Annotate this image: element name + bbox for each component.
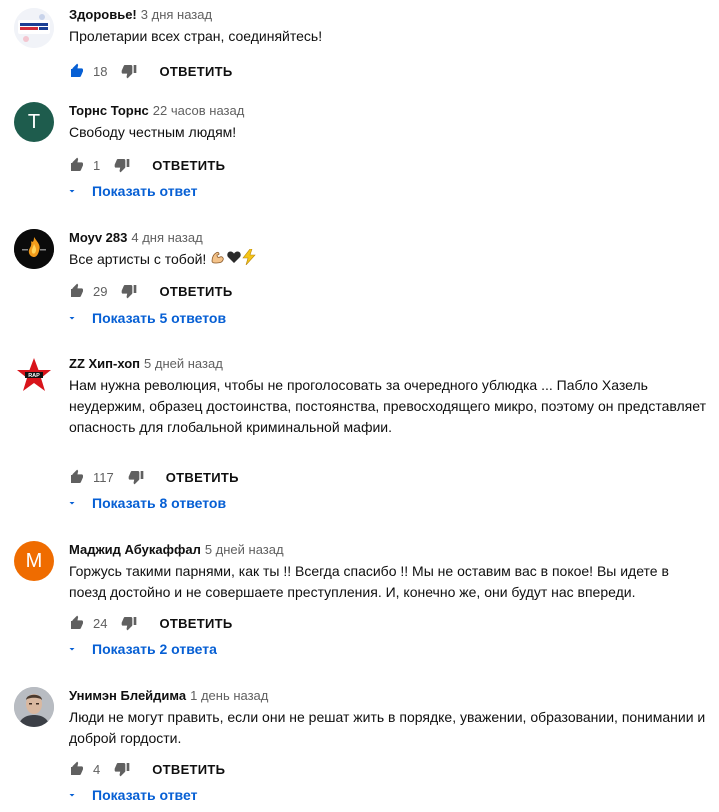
- comment-body: Моуv 283 4 дня назад Все артисты с тобой!: [69, 229, 709, 271]
- thumb-up-icon[interactable]: [69, 615, 85, 631]
- comment-actions: 4 ОТВЕТИТЬ: [69, 757, 225, 781]
- comment-time[interactable]: 4 дня назад: [131, 230, 202, 245]
- like-count: 1: [93, 157, 101, 173]
- comment-text: Люди не могут править, если они не решат…: [69, 709, 706, 746]
- comment-body: Унимэн Блейдима 1 день назад Люди не могу…: [69, 687, 709, 749]
- like-count: 4: [93, 761, 101, 777]
- show-replies-label: Показать 5 ответов: [92, 310, 227, 326]
- reply-button[interactable]: ОТВЕТИТЬ: [159, 64, 232, 79]
- thumb-down-icon[interactable]: [128, 469, 144, 485]
- avatar-letter: M: [25, 549, 43, 572]
- thumb-up-icon[interactable]: [69, 469, 85, 485]
- show-replies-label: Показать 2 ответа: [92, 641, 217, 657]
- avatar[interactable]: [14, 687, 54, 727]
- reply-button[interactable]: ОТВЕТИТЬ: [152, 762, 225, 777]
- chevron-down-icon: [69, 502, 75, 505]
- comment-text: Пролетарии всех стран, соединяйтесь!: [69, 28, 323, 44]
- show-replies-label: Показать 8 ответов: [92, 495, 227, 511]
- author-name[interactable]: Унимэн Блейдима: [69, 688, 186, 703]
- comment-time[interactable]: 1 день назад: [190, 688, 268, 703]
- thumb-down-icon[interactable]: [121, 615, 137, 631]
- avatar-image: [14, 229, 54, 269]
- avatar[interactable]: T: [14, 102, 54, 142]
- avatar-letter: T: [27, 110, 41, 133]
- like-count: 24: [93, 615, 108, 631]
- comment-header: ZZ Хип-хоп 5 дней назад: [69, 355, 709, 373]
- like-count: 117: [93, 469, 114, 485]
- comment-header: Моуv 283 4 дня назад: [69, 229, 709, 247]
- comment-body: Торнс Торнс 22 часов назад Свободу честны…: [69, 102, 709, 143]
- comment-actions: 18 ОТВЕТИТЬ: [69, 59, 233, 83]
- thumb-down-icon[interactable]: [121, 63, 137, 79]
- author-name[interactable]: ZZ Хип-хоп: [69, 356, 140, 371]
- comment-actions: 117 ОТВЕТИТЬ: [69, 465, 239, 489]
- comment-time[interactable]: 5 дней назад: [144, 356, 223, 371]
- comment-actions: 1 ОТВЕТИТЬ: [69, 153, 225, 177]
- black-heart-icon: [226, 249, 242, 271]
- comment-text: Все артисты с тобой!: [69, 251, 207, 267]
- reply-button[interactable]: ОТВЕТИТЬ: [159, 616, 232, 631]
- show-replies-label: Показать ответ: [92, 787, 198, 803]
- comment-time[interactable]: 5 дней назад: [205, 542, 284, 557]
- reply-button[interactable]: ОТВЕТИТЬ: [152, 158, 225, 173]
- show-replies-button[interactable]: Показать ответ: [66, 183, 197, 199]
- chevron-down-icon: [69, 317, 75, 320]
- author-name[interactable]: Маджид Абукаффал: [69, 542, 201, 557]
- comment-text: Горжусь такими парнями, как ты !! Всегда…: [69, 563, 669, 600]
- thumb-down-icon[interactable]: [114, 157, 130, 173]
- avatar-image: [14, 8, 54, 48]
- show-replies-label: Показать ответ: [92, 183, 198, 199]
- lightning-icon: [242, 248, 256, 271]
- thumb-up-icon[interactable]: [69, 761, 85, 777]
- show-replies-button[interactable]: Показать 5 ответов: [66, 310, 226, 326]
- svg-text:RAP: RAP: [28, 373, 40, 379]
- reply-button[interactable]: ОТВЕТИТЬ: [166, 470, 239, 485]
- comment-actions: 24 ОТВЕТИТЬ: [69, 611, 233, 635]
- flexed-biceps-icon: [210, 249, 226, 271]
- show-replies-button[interactable]: Показать 2 ответа: [66, 641, 217, 657]
- comment-actions: 29 ОТВЕТИТЬ: [69, 279, 233, 303]
- avatar[interactable]: [14, 229, 54, 269]
- thumb-down-icon[interactable]: [121, 283, 137, 299]
- avatar-image: [14, 687, 54, 727]
- reply-button[interactable]: ОТВЕТИТЬ: [159, 284, 232, 299]
- chevron-down-icon: [69, 794, 75, 797]
- comment-body: Маджид Абукаффал 5 дней назад Горжусь так…: [69, 541, 709, 603]
- show-replies-button[interactable]: Показать ответ: [66, 787, 197, 803]
- comment-header: Унимэн Блейдима 1 день назад: [69, 687, 709, 705]
- comment-header: Здоровье! 3 дня назад: [69, 6, 709, 24]
- thumb-down-icon[interactable]: [114, 761, 130, 777]
- comment-body: Здоровье! 3 дня назад Пролетарии всех стр…: [69, 6, 709, 47]
- show-replies-button[interactable]: Показать 8 ответов: [66, 495, 226, 511]
- avatar[interactable]: RAP: [14, 355, 54, 395]
- comment-text: Свободу честным людям!: [69, 124, 237, 140]
- thumb-up-icon[interactable]: [69, 283, 85, 299]
- like-count: 18: [93, 63, 108, 79]
- author-name[interactable]: Торнс Торнс: [69, 103, 149, 118]
- like-count: 29: [93, 283, 108, 299]
- comment-body: ZZ Хип-хоп 5 дней назад Нам нужна революц…: [69, 355, 709, 438]
- avatar-image: RAP: [14, 355, 54, 395]
- chevron-down-icon: [69, 648, 75, 651]
- comment-time[interactable]: 3 дня назад: [141, 7, 212, 22]
- avatar[interactable]: [14, 8, 54, 48]
- thumb-up-icon[interactable]: [69, 63, 85, 79]
- comment-text-row: Все артисты с тобой!: [69, 248, 709, 271]
- comment-text: Нам нужна революция, чтобы не проголосов…: [69, 377, 706, 435]
- thumb-up-icon[interactable]: [69, 157, 85, 173]
- comment-time[interactable]: 22 часов назад: [153, 103, 245, 118]
- author-name[interactable]: Моуv 283: [69, 230, 127, 245]
- comment-header: Торнс Торнс 22 часов назад: [69, 102, 709, 120]
- avatar[interactable]: M: [14, 541, 54, 581]
- comment-header: Маджид Абукаффал 5 дней назад: [69, 541, 709, 559]
- author-name[interactable]: Здоровье!: [69, 7, 137, 22]
- chevron-down-icon: [69, 190, 75, 193]
